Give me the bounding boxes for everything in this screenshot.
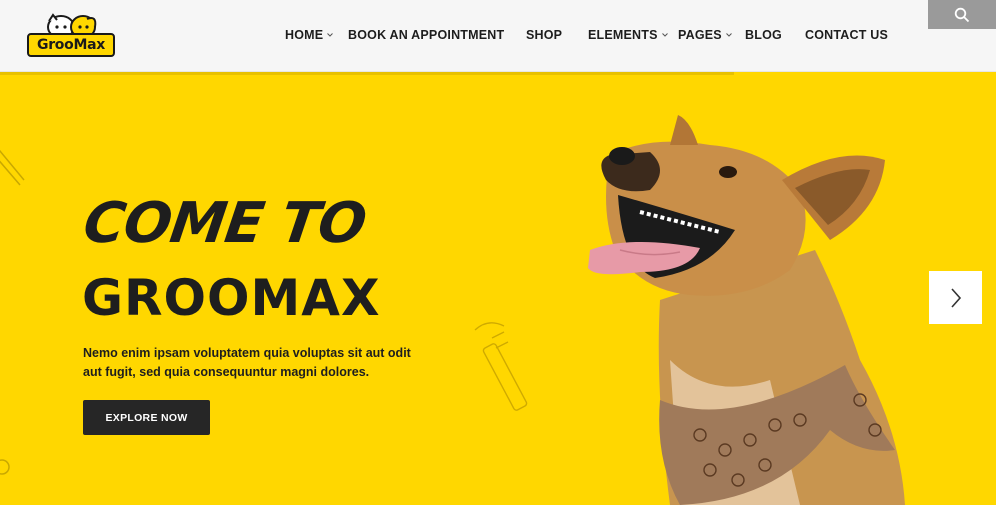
nav-home[interactable]: HOME	[285, 28, 334, 42]
nav-contact-us[interactable]: CONTACT US	[805, 28, 888, 42]
explore-now-button[interactable]: EXPLORE NOW	[83, 400, 210, 435]
nav-pages-label: PAGES	[678, 28, 722, 42]
nav-pages[interactable]: PAGES	[678, 28, 733, 42]
nav-book-appointment[interactable]: BOOK AN APPOINTMENT	[348, 28, 504, 42]
search-button[interactable]	[928, 0, 996, 29]
nav-blog[interactable]: BLOG	[745, 28, 782, 42]
grooming-tool-icon	[0, 149, 25, 186]
chevron-down-icon	[661, 33, 668, 37]
dog-image	[588, 115, 905, 505]
search-icon	[954, 7, 970, 22]
hero-title-line1: COME TO	[79, 191, 370, 256]
nav-blog-label: BLOG	[745, 28, 782, 42]
chevron-down-icon	[327, 33, 334, 37]
nav-shop-label: SHOP	[526, 28, 563, 42]
slider-next-button[interactable]	[929, 271, 982, 324]
nav-book-appointment-label: BOOK AN APPOINTMENT	[348, 28, 505, 42]
nav-contact-us-label: CONTACT US	[805, 28, 889, 42]
chevron-down-icon	[725, 33, 732, 37]
logo-text: GrooMax	[27, 33, 115, 57]
hero-title-line2: GROOMAX	[82, 269, 381, 327]
logo[interactable]: GrooMax	[27, 13, 117, 57]
header-progress-line	[0, 72, 734, 75]
nav-home-label: HOME	[285, 28, 324, 42]
nav-elements[interactable]: ELEMENTS	[588, 28, 669, 42]
hero-description: Nemo enim ipsam voluptatem quia voluptas…	[83, 346, 411, 379]
hair-clipper-icon	[474, 322, 528, 411]
ring-icon	[0, 459, 10, 475]
chevron-right-icon	[950, 287, 961, 308]
nav-shop[interactable]: SHOP	[526, 28, 562, 42]
nav-elements-label: ELEMENTS	[588, 28, 658, 42]
site-header: GrooMax HOME BOOK AN APPOINTMENT SHOP EL…	[0, 0, 996, 72]
